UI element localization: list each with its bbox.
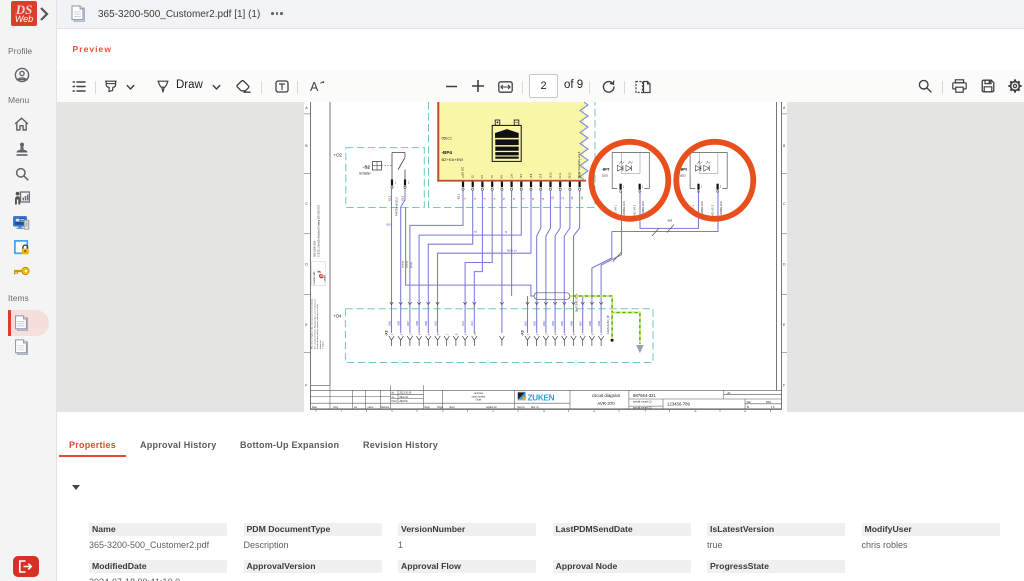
svg-text:forbidden.: forbidden. bbox=[319, 339, 322, 349]
svg-text:+O2: +O2 bbox=[334, 153, 343, 158]
svg-text:LED: LED bbox=[602, 174, 609, 178]
svg-text:-505: -505 bbox=[387, 321, 391, 327]
svg-text:-607: -607 bbox=[579, 321, 583, 327]
svg-text:-W6: -W6 bbox=[667, 219, 673, 223]
svg-text:Bemerk: Bemerk bbox=[381, 406, 390, 409]
svg-text:500x xx: 500x xx bbox=[507, 249, 517, 253]
svg-text:circuit diagram: circuit diagram bbox=[592, 393, 621, 398]
svg-text:tion contained therein. Reprod: tion contained therein. Reproduction, us… bbox=[313, 298, 316, 349]
svg-text:© Zuken: © Zuken bbox=[322, 340, 325, 349]
svg-text:series: series bbox=[324, 274, 327, 281]
svg-text:-S2: -S2 bbox=[363, 165, 370, 170]
svg-text:-609: -609 bbox=[597, 321, 601, 327]
svg-text:a1: a1 bbox=[474, 229, 478, 233]
svg-text:-506: -506 bbox=[397, 321, 401, 327]
svg-text:-508: -508 bbox=[415, 321, 419, 327]
svg-text:Stat.: Stat. bbox=[747, 401, 752, 404]
svg-text:-507: -507 bbox=[406, 321, 410, 327]
svg-text:13/7: 13/7 bbox=[520, 173, 523, 178]
svg-text:-606: -606 bbox=[569, 321, 573, 327]
svg-text:-X2: -X2 bbox=[385, 330, 389, 336]
svg-text:-603: -603 bbox=[542, 321, 546, 327]
svg-text:Dsgn: Dsgn bbox=[425, 407, 431, 409]
svg-text:Schalter: Schalter bbox=[359, 172, 372, 176]
svg-text:17/9: 17/9 bbox=[540, 173, 543, 178]
svg-text:410: 410 bbox=[386, 223, 391, 227]
svg-text:25/13: 25/13 bbox=[578, 172, 581, 179]
svg-text:Origin: Origin bbox=[437, 406, 444, 409]
svg-text:-513: -513 bbox=[461, 321, 465, 327]
svg-text:orange: orange bbox=[406, 260, 409, 268]
svg-text:-B1 S/O: -B1 S/O bbox=[461, 167, 465, 176]
svg-text:-604: -604 bbox=[551, 321, 555, 327]
svg-text:Rep.t: Rep.t bbox=[450, 406, 456, 409]
svg-text:D: D bbox=[305, 263, 308, 267]
svg-text:3-AUS-99-B-C_6P: 3-AUS-99-B-C_6P bbox=[607, 315, 610, 334]
svg-text:123456-789: 123456-789 bbox=[667, 402, 691, 407]
svg-text:C: C bbox=[783, 202, 786, 206]
svg-text:Posit: Posit bbox=[392, 400, 397, 403]
svg-text:gn/ge: gn/ge bbox=[410, 261, 413, 268]
svg-text:special remark (2): special remark (2) bbox=[633, 406, 652, 409]
svg-text:19/10: 19/10 bbox=[549, 172, 552, 179]
svg-text:15/8: 15/8 bbox=[530, 173, 533, 178]
svg-text:-605: -605 bbox=[560, 321, 564, 327]
svg-text:21/11: 21/11 bbox=[559, 172, 562, 178]
svg-text:D: D bbox=[783, 263, 786, 267]
svg-text:BZ+EA+EW: BZ+EA+EW bbox=[442, 157, 464, 162]
svg-text:A: A bbox=[310, 80, 319, 93]
svg-text:replace for: replace for bbox=[486, 406, 497, 409]
svg-text:customer: customer bbox=[474, 392, 484, 395]
svg-text:C:\E3S\_CheckEx\Standard\Train: C:\E3S\_CheckEx\Standard\Training\365-32… bbox=[318, 204, 321, 257]
svg-text:ZUKEN: ZUKEN bbox=[528, 393, 555, 402]
svg-text:-X3: -X3 bbox=[521, 330, 525, 336]
svg-text:to third parties without expre: to third parties without express authori… bbox=[316, 303, 319, 349]
svg-text:-BP4: -BP4 bbox=[442, 150, 453, 155]
svg-text:11/6: 11/6 bbox=[510, 173, 513, 178]
svg-text:-BP5: -BP5 bbox=[602, 168, 610, 172]
svg-text:-509: -509 bbox=[424, 321, 428, 327]
svg-text:orange: orange bbox=[401, 260, 404, 268]
svg-text:F#6T2N+6.3/1.5: F#6T2N+6.3/1.5 bbox=[394, 197, 398, 216]
svg-text:C: C bbox=[305, 202, 308, 206]
svg-text:LED: LED bbox=[680, 174, 687, 178]
svg-text:ZE3-mS: ZE3-mS bbox=[400, 397, 409, 399]
svg-text:order number: order number bbox=[472, 395, 486, 398]
svg-text:987654-321: 987654-321 bbox=[633, 393, 657, 398]
svg-text:+O3 -X5 :2: +O3 -X5 :2 bbox=[712, 204, 714, 216]
svg-text:Bl.: Bl. bbox=[747, 407, 750, 409]
svg-text:-514: -514 bbox=[470, 321, 474, 327]
svg-text:-608: -608 bbox=[588, 321, 592, 327]
svg-text:-S2.1: -S2.1 bbox=[388, 195, 392, 202]
svg-text:LIN-MNL-02-K: LIN-MNL-02-K bbox=[721, 201, 723, 216]
svg-text:Rep. by: Rep. by bbox=[531, 407, 540, 409]
svg-text:05EC1: 05EC1 bbox=[442, 137, 452, 141]
svg-text:365-3200-500: 365-3200-500 bbox=[313, 240, 317, 257]
svg-text:-510: -510 bbox=[433, 321, 437, 327]
svg-text:Rep.by: Rep.by bbox=[518, 407, 526, 409]
svg-text:N: N bbox=[505, 230, 507, 234]
svg-text:2012-10-16: 2012-10-16 bbox=[400, 393, 412, 395]
svg-text:Date: Date bbox=[312, 406, 318, 409]
svg-text:name: name bbox=[368, 407, 374, 409]
svg-text:-602: -602 bbox=[533, 321, 537, 327]
svg-text:1 S.: 1 S. bbox=[771, 407, 775, 409]
svg-text:#001: #001 bbox=[766, 402, 772, 404]
svg-text:+O4: +O4 bbox=[333, 314, 342, 319]
svg-text:ZE3-PG: ZE3-PG bbox=[400, 401, 409, 403]
svg-text:AVR-370: AVR-370 bbox=[597, 401, 615, 406]
svg-text:+O3 -X4 :2: +O3 -X4 :2 bbox=[634, 204, 636, 216]
svg-text:special remark (1): special remark (1) bbox=[633, 401, 652, 404]
svg-text:23/12: 23/12 bbox=[569, 172, 572, 179]
svg-text:-601: -601 bbox=[523, 321, 527, 327]
svg-text:Order: Order bbox=[476, 399, 482, 402]
svg-text:-B1.1: -B1.1 bbox=[457, 193, 461, 200]
svg-text:We retain all rights in this d: We retain all rights in this document an… bbox=[311, 298, 314, 349]
svg-text:LIN-MNL-02-K: LIN-MNL-02-K bbox=[624, 201, 626, 216]
svg-text:chng: chng bbox=[333, 407, 339, 409]
